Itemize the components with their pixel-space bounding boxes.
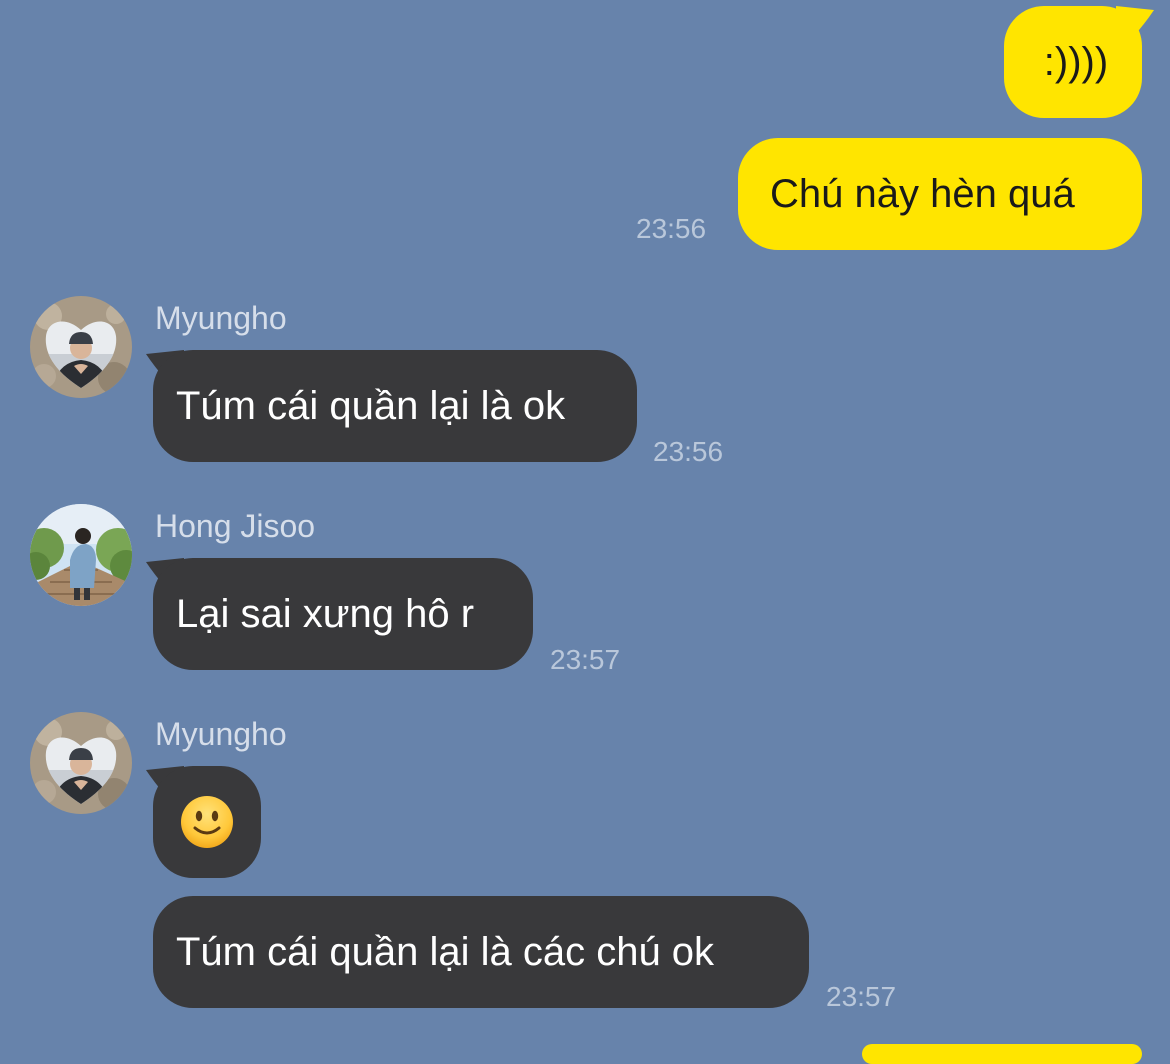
sender-name: Myungho	[155, 716, 287, 752]
slightly-smiling-face-icon	[181, 796, 233, 848]
incoming-message-bubble[interactable]: Túm cái quần lại là ok	[153, 350, 637, 462]
message-timestamp: 23:56	[653, 436, 724, 467]
message-timestamp: 23:57	[826, 981, 897, 1012]
bubble-tail	[1116, 6, 1154, 36]
myungho-avatar[interactable]	[30, 296, 132, 398]
outgoing-message-bubble[interactable]: Chú này hèn quá	[738, 138, 1142, 250]
hong-jisoo-avatar[interactable]	[30, 504, 132, 606]
sender-name: Myungho	[155, 300, 287, 336]
incoming-emoji-bubble[interactable]	[153, 766, 261, 878]
message-text: :))))	[1043, 40, 1109, 84]
myungho-avatar[interactable]	[30, 712, 132, 814]
message-text: Chú này hèn quá	[770, 172, 1075, 216]
message-text: Túm cái quần lại là các chú ok	[176, 930, 715, 974]
outgoing-message-bubble-partial[interactable]	[862, 1044, 1142, 1064]
incoming-message-bubble[interactable]: Túm cái quần lại là các chú ok	[153, 896, 809, 1008]
message-text: Túm cái quần lại là ok	[176, 384, 566, 428]
message-timestamp: 23:57	[550, 644, 621, 675]
incoming-message-bubble[interactable]: Lại sai xưng hô r	[153, 558, 533, 670]
sender-name: Hong Jisoo	[155, 508, 316, 544]
message-text: Lại sai xưng hô r	[176, 592, 475, 636]
message-timestamp: 23:56	[636, 213, 707, 244]
